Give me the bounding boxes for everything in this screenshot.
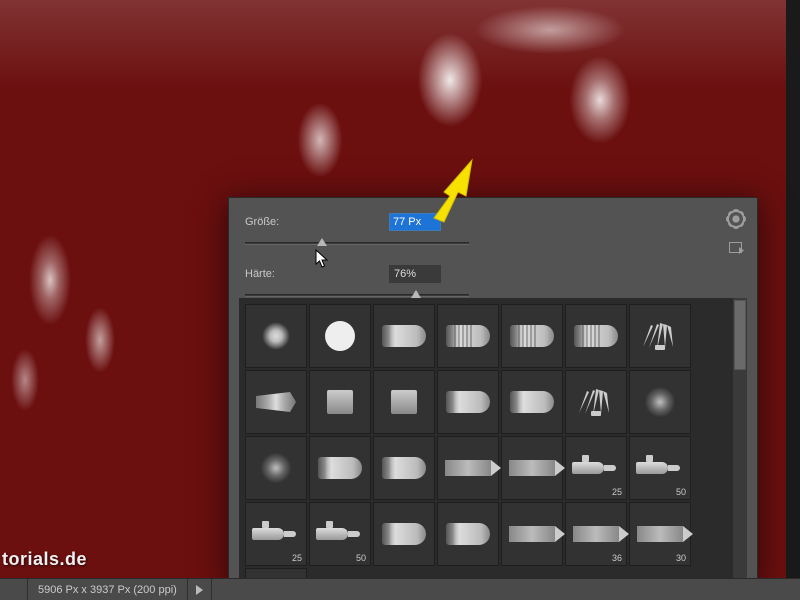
brush-grid: 25 50 25 50 36 30 [245,304,727,578]
brush-preset-panel: Größe: Härte: 76% 25 50 25 50 36 30 [228,197,758,587]
status-bar: 5906 Px x 3937 Px (200 ppi) [0,578,800,600]
brush-preset[interactable] [437,370,499,434]
brush-grid-container: 25 50 25 50 36 30 [239,298,747,578]
brush-preset[interactable] [373,502,435,566]
size-input[interactable] [389,213,441,231]
new-preset-icon[interactable] [729,242,745,258]
brush-preset[interactable] [245,568,307,578]
brush-preset[interactable] [565,370,627,434]
brush-preset[interactable] [565,304,627,368]
brush-preset[interactable] [309,370,371,434]
hardness-slider-thumb[interactable] [411,290,421,298]
brush-preset[interactable] [373,304,435,368]
brush-preset[interactable]: 36 [565,502,627,566]
brush-preset[interactable] [437,436,499,500]
brush-preset[interactable] [245,304,307,368]
brush-preset[interactable] [437,502,499,566]
brush-preset[interactable] [309,304,371,368]
brush-preset[interactable] [373,370,435,434]
size-slider[interactable] [245,238,741,250]
brush-preset[interactable] [501,370,563,434]
size-label: Größe: [245,216,389,228]
brush-preset[interactable] [629,304,691,368]
brush-preset[interactable] [501,304,563,368]
hardness-label: Härte: [245,268,389,280]
scrollbar-thumb[interactable] [734,300,746,370]
brush-size-label: 25 [612,487,622,497]
gear-icon[interactable] [729,212,745,228]
brush-preset[interactable] [629,370,691,434]
status-play-button[interactable] [188,579,212,600]
brush-preset[interactable]: 50 [629,436,691,500]
brush-preset[interactable] [501,502,563,566]
status-left-gap [0,579,28,600]
play-icon [196,585,203,595]
status-dimensions: 5906 Px x 3937 Px (200 ppi) [28,579,188,600]
brush-size-label: 36 [612,553,622,563]
size-slider-thumb[interactable] [317,238,327,246]
brush-preset[interactable]: 25 [565,436,627,500]
brush-size-label: 50 [356,553,366,563]
watermark-text: torials.de [2,549,87,570]
brush-preset[interactable] [501,436,563,500]
brush-size-label: 25 [292,553,302,563]
brush-preset[interactable]: 25 [245,502,307,566]
brush-preset[interactable]: 50 [309,502,371,566]
brush-preset[interactable]: 30 [629,502,691,566]
brush-size-label: 50 [676,487,686,497]
brush-preset[interactable] [309,436,371,500]
brush-preset[interactable] [245,436,307,500]
brush-preset[interactable] [373,436,435,500]
brush-grid-scrollbar[interactable] [733,298,747,578]
brush-preset[interactable] [437,304,499,368]
hardness-value[interactable]: 76% [389,265,441,283]
right-edge-strip [786,0,800,600]
brush-preset[interactable] [245,370,307,434]
brush-size-label: 30 [676,553,686,563]
